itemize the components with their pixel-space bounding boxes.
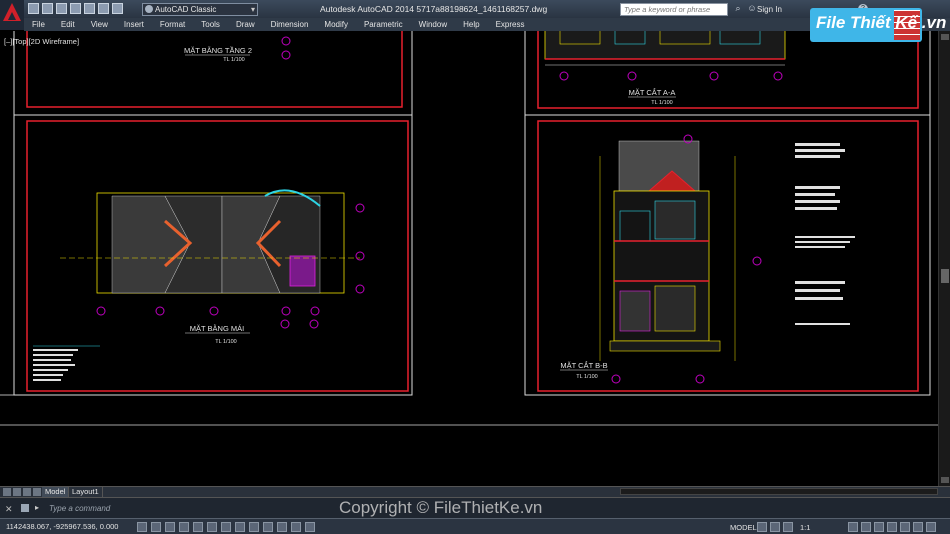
first-tab-icon[interactable] <box>3 488 11 496</box>
br-scale: TL 1/100 <box>576 374 598 380</box>
quick-view-drawings-icon[interactable] <box>770 522 780 532</box>
next-tab-icon[interactable] <box>23 488 31 496</box>
menu-tools[interactable]: Tools <box>193 18 228 31</box>
application-menu-button[interactable] <box>0 0 24 30</box>
new-icon[interactable] <box>28 3 39 14</box>
chevron-down-icon: ▾ <box>250 5 255 14</box>
roof-plan-drawing <box>33 189 365 381</box>
prev-tab-icon[interactable] <box>13 488 21 496</box>
vertical-scrollbar[interactable] <box>938 31 950 486</box>
dyn-icon[interactable] <box>249 522 259 532</box>
menu-format[interactable]: Format <box>152 18 193 31</box>
menu-modify[interactable]: Modify <box>316 18 356 31</box>
tab-layout1[interactable]: Layout1 <box>69 487 103 497</box>
menu-parametric[interactable]: Parametric <box>356 18 411 31</box>
copyright-watermark: Copyright © FileThietKe.vn <box>339 498 543 517</box>
workspace-switching-icon[interactable] <box>861 522 871 532</box>
polar-icon[interactable] <box>179 522 189 532</box>
model-space-button[interactable]: MODEL <box>730 523 757 532</box>
grid-icon[interactable] <box>151 522 161 532</box>
quick-view-layouts-icon[interactable] <box>757 522 767 532</box>
tl-scale: TL 1/100 <box>223 57 245 63</box>
window-title: Autodesk AutoCAD 2014 5717a88198624_1461… <box>320 4 548 14</box>
tab-model[interactable]: Model <box>42 487 70 497</box>
annotation-scale[interactable]: 1:1 <box>800 523 810 532</box>
menu-dimension[interactable]: Dimension <box>263 18 317 31</box>
section-bb-drawing <box>599 134 855 384</box>
transparency-icon[interactable] <box>277 522 287 532</box>
plot-icon[interactable] <box>84 3 95 14</box>
lineweight-icon[interactable] <box>263 522 273 532</box>
tr-title: MẶT CẮT A-A <box>629 88 676 97</box>
undo-icon[interactable] <box>98 3 109 14</box>
tl-title: MẶT BẰNG TẦNG 2 <box>184 45 252 55</box>
binoculars-icon[interactable]: ⌕ <box>733 3 743 13</box>
drawing-canvas[interactable]: MẶT BẰNG TẦNG 2 TL 1/100 MẶT CẮT A-A TL … <box>0 31 938 486</box>
scroll-thumb[interactable] <box>941 269 949 283</box>
command-prompt-icon: ▸ <box>35 503 40 512</box>
menu-express[interactable]: Express <box>488 18 533 31</box>
snap-icon[interactable] <box>137 522 147 532</box>
workspace-select[interactable]: AutoCAD Classic ▾ <box>142 3 258 16</box>
last-tab-icon[interactable] <box>33 488 41 496</box>
user-icon[interactable]: ☺ <box>747 3 757 13</box>
pan-icon[interactable] <box>783 522 793 532</box>
drawing-svg: MẶT BẰNG TẦNG 2 TL 1/100 MẶT CẮT A-A TL … <box>0 31 938 426</box>
menu-file[interactable]: File <box>24 18 53 31</box>
menu-view[interactable]: View <box>83 18 116 31</box>
menu-help[interactable]: Help <box>455 18 487 31</box>
close-icon[interactable]: ✕ <box>5 504 13 515</box>
ortho-icon[interactable] <box>165 522 175 532</box>
scroll-down-icon[interactable] <box>941 477 949 483</box>
3dosnap-icon[interactable] <box>207 522 217 532</box>
quick-access-toolbar <box>28 3 123 14</box>
search-input[interactable]: Type a keyword or phrase <box>620 3 728 16</box>
save-as-icon[interactable] <box>70 3 81 14</box>
save-icon[interactable] <box>56 3 67 14</box>
clean-screen-icon[interactable] <box>926 522 936 532</box>
isolate-objects-icon[interactable] <box>900 522 910 532</box>
bl-scale: TL 1/100 <box>215 339 237 345</box>
sign-in-button[interactable]: Sign In <box>757 5 782 14</box>
filethietke-logo: File Thiết Kế .vn <box>810 8 946 44</box>
status-menu-icon[interactable] <box>913 522 923 532</box>
horizontal-scrollbar[interactable] <box>620 488 938 495</box>
redo-icon[interactable] <box>112 3 123 14</box>
viewport-controls[interactable]: [–][Top][2D Wireframe] <box>4 37 79 46</box>
wrench-icon[interactable] <box>21 504 29 512</box>
ducs-icon[interactable] <box>235 522 245 532</box>
hardware-acceleration-icon[interactable] <box>887 522 897 532</box>
coordinates-readout: 1142438.067, -925967.536, 0.000 <box>6 522 119 531</box>
tr-scale: TL 1/100 <box>651 100 673 106</box>
annotation-visibility-icon[interactable] <box>848 522 858 532</box>
section-aa-drawing <box>544 31 786 81</box>
quick-properties-icon[interactable] <box>291 522 301 532</box>
status-bar: 1142438.067, -925967.536, 0.000 MODEL 1:… <box>0 518 950 534</box>
bl-title: MẶT BẰNG MÁI <box>190 324 244 333</box>
selection-cycling-icon[interactable] <box>305 522 315 532</box>
menu-window[interactable]: Window <box>411 18 455 31</box>
osnap-icon[interactable] <box>193 522 203 532</box>
menu-insert[interactable]: Insert <box>116 18 152 31</box>
scroll-up-icon[interactable] <box>941 34 949 40</box>
open-icon[interactable] <box>42 3 53 14</box>
lock-icon[interactable] <box>874 522 884 532</box>
menu-draw[interactable]: Draw <box>228 18 263 31</box>
tl-sheet-content <box>281 36 291 60</box>
gear-icon <box>145 5 153 13</box>
otrack-icon[interactable] <box>221 522 231 532</box>
menu-edit[interactable]: Edit <box>53 18 83 31</box>
br-title: MẶT CẮT B-B <box>560 361 607 370</box>
